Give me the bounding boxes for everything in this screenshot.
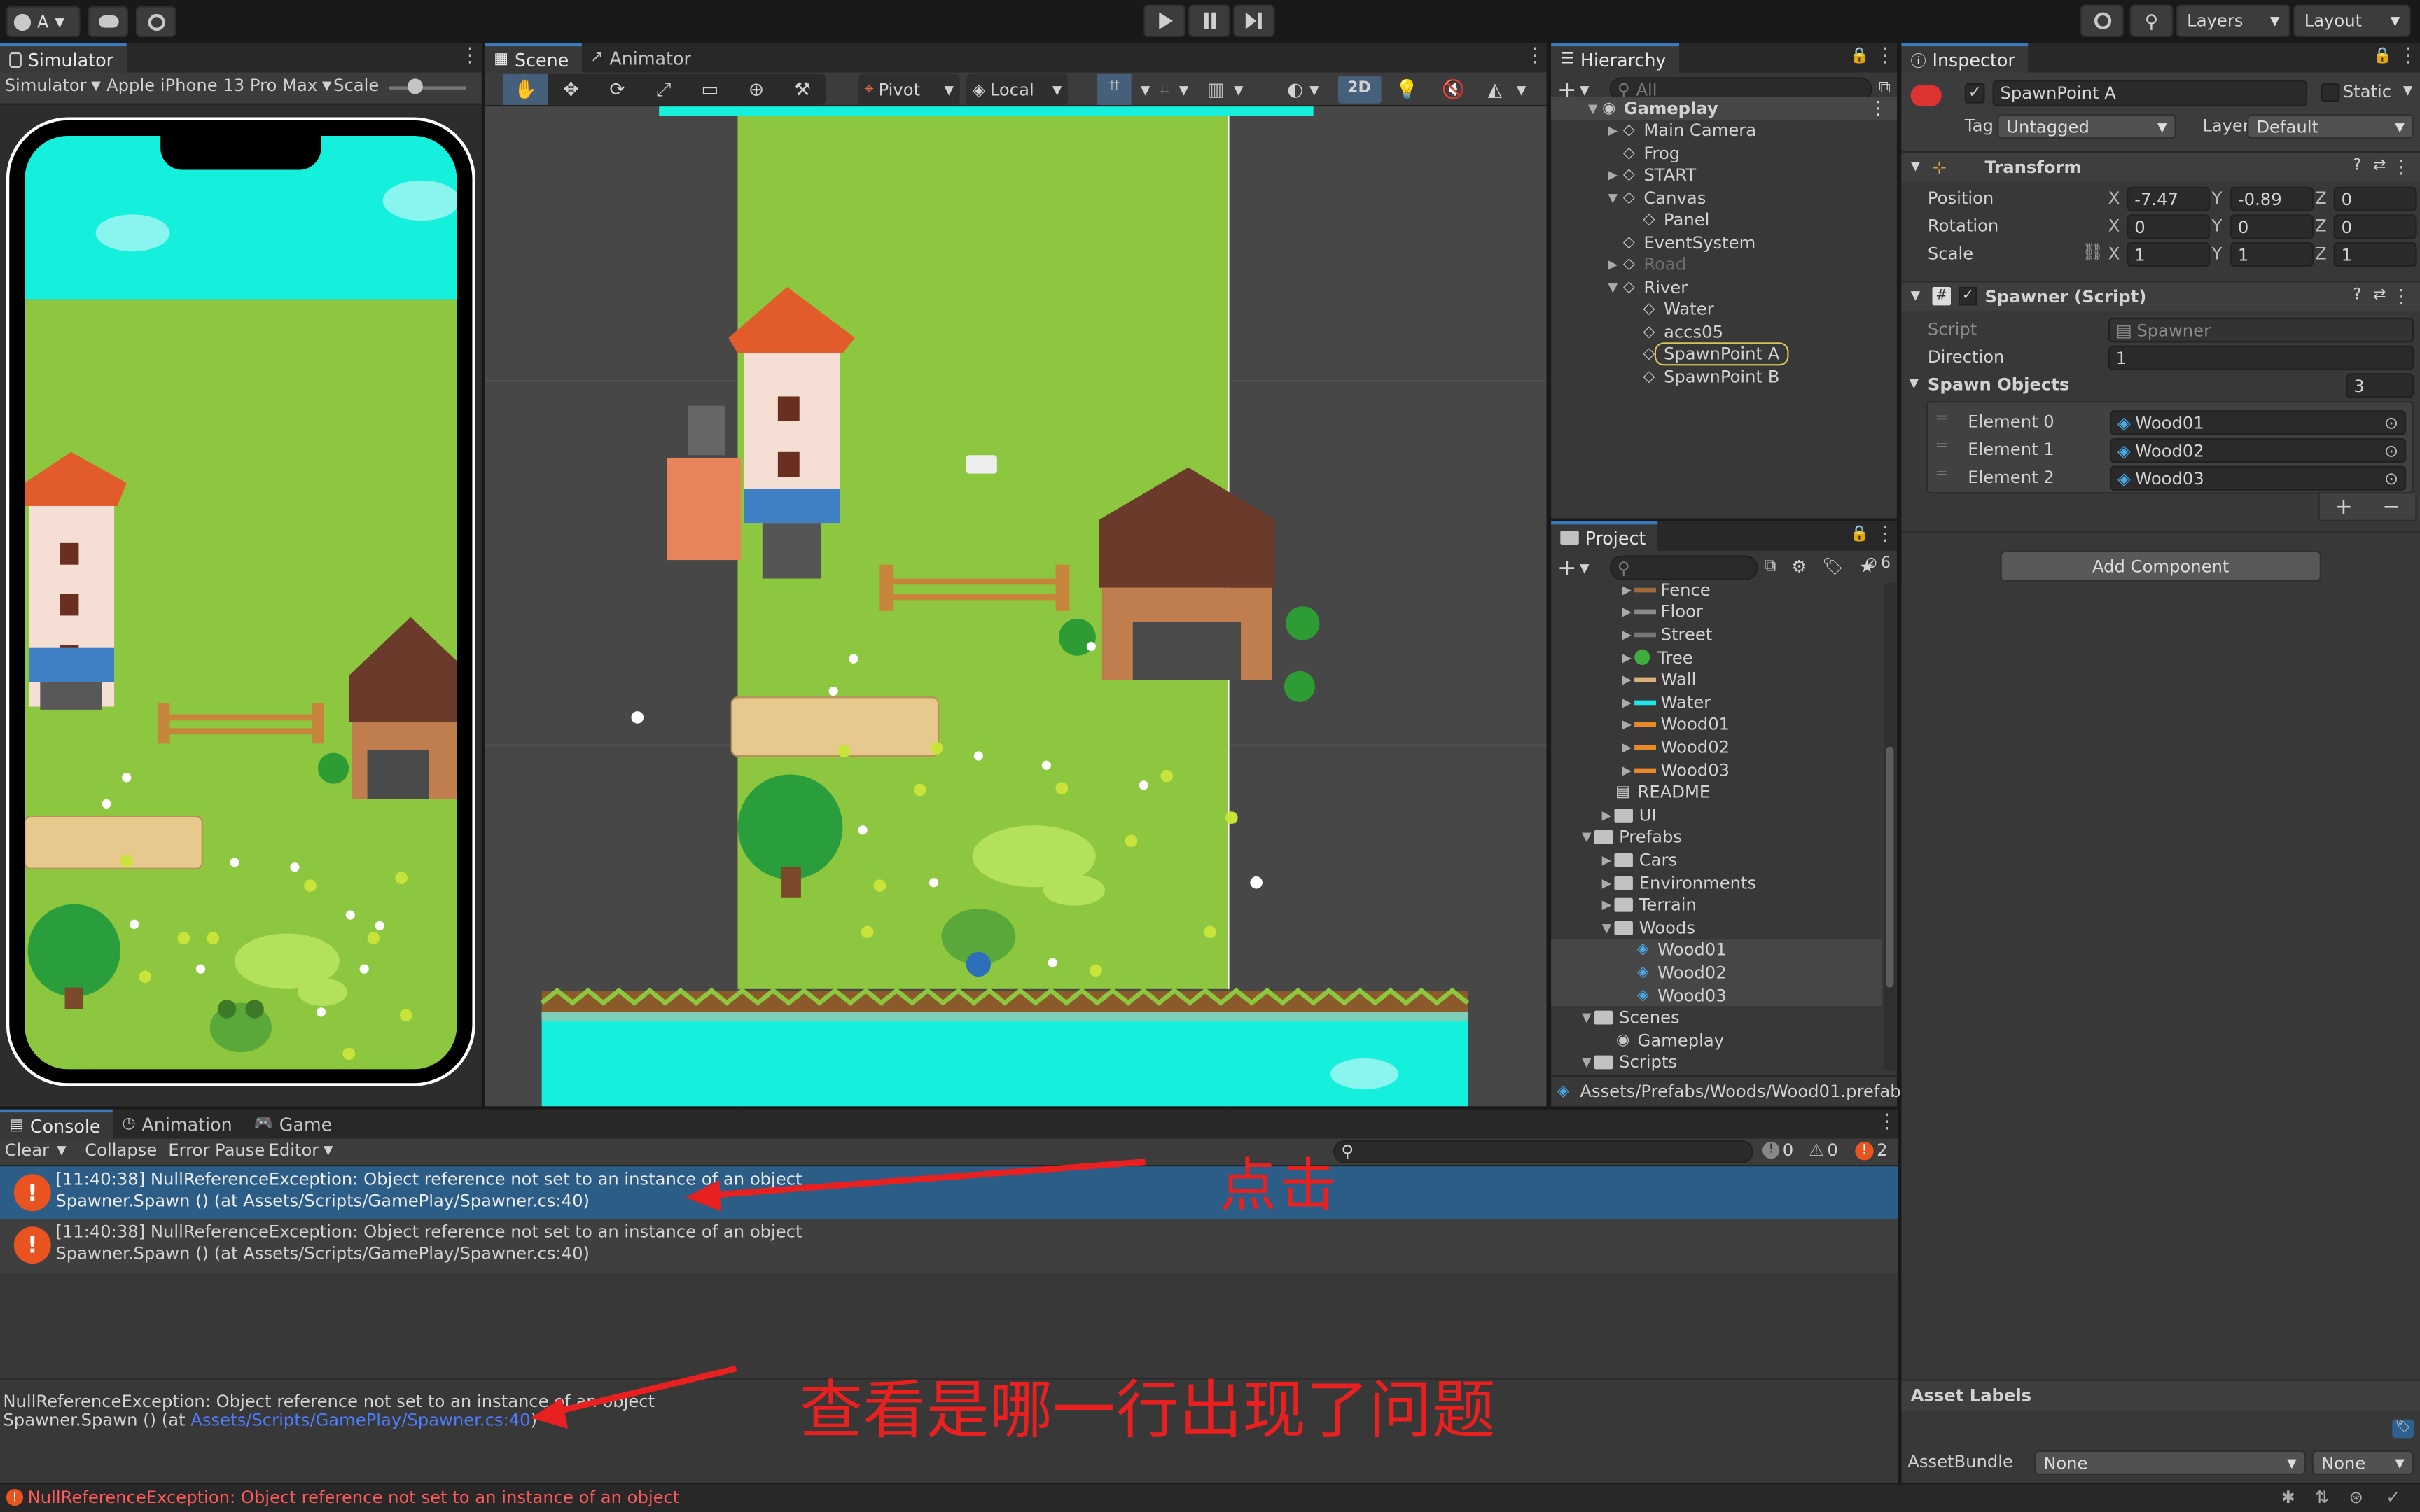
annotation-check: 查看是哪一行出现了问题 [799, 1373, 1496, 1448]
arrow-head-icon [685, 1180, 721, 1212]
gameobject-icon: ◇ [1643, 346, 1655, 363]
arrow-head-icon [531, 1397, 569, 1429]
arrow-to-detail [548, 1365, 737, 1417]
annotation-overlay [531, 1158, 1146, 1429]
annotation-click: 点击 [1219, 1152, 1340, 1219]
arrow-to-entry [703, 1158, 1146, 1199]
